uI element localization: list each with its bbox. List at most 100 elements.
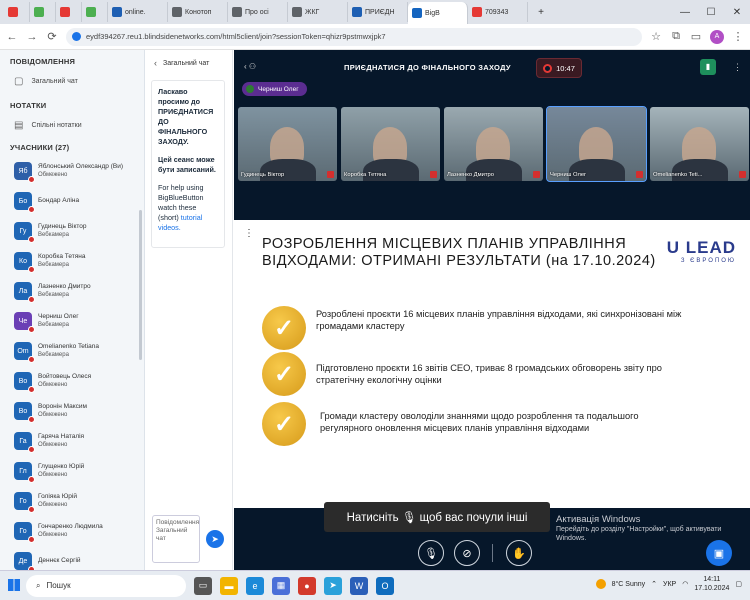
taskbar-search[interactable]: ⌕ Пошук bbox=[26, 574, 186, 597]
bookmark-star-icon[interactable]: ☆ bbox=[650, 30, 662, 43]
browser-menu-icon[interactable]: ⋮ bbox=[732, 30, 744, 43]
avatar: Го bbox=[14, 522, 35, 543]
webcam-tile[interactable]: Лазненко Дмитро bbox=[444, 107, 543, 181]
public-chat-item[interactable]: ▢ Загальний чат bbox=[0, 70, 144, 93]
browser-tab[interactable]: 709343 bbox=[468, 2, 528, 22]
close-icon[interactable]: ✕ bbox=[724, 7, 750, 18]
user-list-item[interactable]: Во Воронін Максим Обмежено bbox=[0, 396, 144, 426]
chrome-icon[interactable]: ● bbox=[298, 576, 316, 595]
user-list-item[interactable]: Яб Яблонський Олександр (Ви) Обмежено bbox=[0, 156, 144, 186]
hand-icon: ✋ bbox=[512, 547, 526, 560]
new-tab-icon[interactable]: + bbox=[528, 7, 554, 18]
avatar-initials: Om bbox=[17, 347, 29, 355]
clock[interactable]: 14:11 17.10.2024 bbox=[694, 575, 729, 593]
webcam-tile[interactable]: Omelianenko Teti... bbox=[650, 107, 749, 181]
browser-tab[interactable] bbox=[82, 2, 108, 22]
presentation-slide: РОЗРОБЛЕННЯ МІСЦЕВИХ ПЛАНІВ УПРАВЛІННЯ В… bbox=[234, 220, 750, 508]
muted-mic-icon bbox=[28, 416, 35, 423]
word-icon[interactable]: W bbox=[350, 576, 368, 595]
weather-text[interactable]: 8°C Sunny bbox=[612, 581, 646, 588]
browser-tab[interactable]: BigB bbox=[408, 2, 468, 24]
browser-tab[interactable]: ЖКГ bbox=[288, 2, 348, 22]
maximize-icon[interactable]: ☐ bbox=[698, 7, 724, 18]
webcam-tile[interactable]: Коробка Тетяна bbox=[341, 107, 440, 181]
recording-indicator[interactable]: 10:47 bbox=[536, 58, 582, 78]
user-list-item[interactable]: Ла Лазненко Дмитро Вебкамера bbox=[0, 276, 144, 306]
reload-icon[interactable]: ⟳ bbox=[46, 30, 58, 43]
extensions-icon[interactable]: ⧉ bbox=[670, 30, 682, 43]
avatar: Во bbox=[14, 372, 35, 393]
back-icon[interactable]: ← bbox=[6, 31, 18, 43]
user-list-item[interactable]: Го Гончаренко Людмила Обмежено bbox=[0, 516, 144, 546]
telegram-icon[interactable]: ➤ bbox=[324, 576, 342, 595]
muted-mic-icon bbox=[533, 171, 540, 178]
network-icon[interactable]: ◠ bbox=[682, 580, 688, 588]
language-indicator[interactable]: УКР bbox=[663, 581, 676, 588]
image-icon bbox=[34, 7, 44, 17]
browser-tab-bar: online. Конотоп Про осі ЖКГ ПРИЄДН BigB 709343… bbox=[0, 0, 750, 24]
ulead-logo: U LEAD З ЄВРОПОЮ bbox=[658, 238, 736, 264]
user-list-item[interactable]: Го Голіяка Юрій Обмежено bbox=[0, 486, 144, 516]
task-view-icon[interactable]: ▭ bbox=[194, 576, 212, 595]
shared-notes-label: Спільні нотатки bbox=[31, 122, 82, 129]
options-menu-icon[interactable]: ⋮ bbox=[733, 62, 742, 73]
hide-chat-icon[interactable]: ‹ bbox=[154, 58, 157, 68]
site-info-icon[interactable] bbox=[72, 32, 81, 41]
user-list-item[interactable]: Гу Гудинець Віктор Вебкамера bbox=[0, 216, 144, 246]
browser-tab[interactable]: online. bbox=[108, 2, 168, 22]
user-list-item[interactable]: Om Omelianenko Tetiana Вебкамера bbox=[0, 336, 144, 366]
user-status: Вебкамера bbox=[38, 262, 69, 268]
user-name: Яблонський Олександр (Ви) bbox=[38, 163, 124, 170]
shared-notes-item[interactable]: ▤ Спільні нотатки bbox=[0, 114, 144, 137]
sidebar-scrollbar[interactable] bbox=[139, 210, 142, 360]
avatar-initials: Гл bbox=[19, 467, 27, 475]
user-list-item[interactable]: Га Гаряча Наталія Обмежено bbox=[0, 426, 144, 456]
users-toggle-icon[interactable]: ‹ ⚇ bbox=[244, 62, 256, 71]
webcam-user-name: Omelianenko Teti... bbox=[653, 172, 703, 178]
camera-button[interactable]: ⊘ bbox=[454, 540, 480, 566]
edge-icon[interactable]: e bbox=[246, 576, 264, 595]
user-list-item[interactable]: Де Деннєк Сергій bbox=[0, 546, 144, 570]
avatar: Го bbox=[14, 492, 35, 513]
profile-avatar[interactable]: A bbox=[710, 29, 724, 44]
avatar-initials: Гу bbox=[19, 227, 27, 235]
minimize-icon[interactable]: — bbox=[672, 7, 698, 18]
weather-icon bbox=[595, 579, 606, 589]
pdf-icon bbox=[472, 7, 482, 17]
meeting-title: ПРИЄДНАТИСЯ ДО ФІНАЛЬНОГО ЗАХОДУ bbox=[344, 63, 511, 72]
user-list-item[interactable]: Гл Глущенко Юрій Обмежено bbox=[0, 456, 144, 486]
chat-message-input[interactable]: Повідомлення Загальний чат bbox=[152, 515, 200, 563]
speech-bubble-icon: ▣ bbox=[713, 547, 725, 560]
send-message-button[interactable]: ➤ bbox=[206, 530, 224, 548]
tray-chevron-icon[interactable]: ⌃ bbox=[651, 580, 657, 588]
raise-hand-button[interactable]: ✋ bbox=[506, 540, 532, 566]
sidepanel-icon[interactable]: ▭ bbox=[690, 30, 702, 43]
browser-tab[interactable]: ПРИЄДН bbox=[348, 2, 408, 22]
forward-icon[interactable]: → bbox=[26, 31, 38, 43]
user-list-item[interactable]: Ко Коробка Тетяна Вебкамера bbox=[0, 246, 144, 276]
store-icon[interactable]: ▦ bbox=[272, 576, 290, 595]
browser-tab[interactable] bbox=[30, 2, 56, 22]
windows-taskbar: ⌕ Пошук ▭ ▬ e ▦ ● ➤ W O 8°C Sunny ⌃ УКР … bbox=[0, 570, 750, 600]
user-list-item[interactable]: Че Черниш Олег Вебкамера bbox=[0, 306, 144, 336]
outlook-icon[interactable]: O bbox=[376, 576, 394, 595]
url-field[interactable]: eydf394267.reu1.blindsidenetworks.com/ht… bbox=[66, 27, 642, 46]
mute-button[interactable]: 🎙 bbox=[418, 540, 444, 566]
slide-options-icon[interactable]: ⋮ bbox=[244, 228, 254, 239]
browser-tab[interactable]: Конотоп bbox=[168, 2, 228, 22]
browser-tab[interactable]: Про осі bbox=[228, 2, 288, 22]
notifications-icon[interactable]: ▢ bbox=[735, 580, 742, 588]
user-list-item[interactable]: Во Войтовець Олеся Обмежено bbox=[0, 366, 144, 396]
user-list-item[interactable]: Бо Бондар Аліна bbox=[0, 186, 144, 216]
file-explorer-icon[interactable]: ▬ bbox=[220, 576, 238, 595]
chat-bubble-button[interactable]: ▣ bbox=[706, 540, 732, 566]
connection-status-icon[interactable]: ▮ bbox=[700, 59, 716, 75]
avatar-initials: Бо bbox=[18, 197, 28, 205]
webcam-tile[interactable]: Черниш Олег bbox=[546, 106, 647, 182]
browser-tab[interactable] bbox=[56, 2, 82, 22]
webcam-tile[interactable]: Гудинець Віктор bbox=[238, 107, 337, 181]
user-status: Обмежено bbox=[38, 442, 68, 448]
webcam-user-name: Гудинець Віктор bbox=[241, 172, 285, 178]
windows-start-icon[interactable] bbox=[8, 579, 20, 591]
browser-tab[interactable] bbox=[4, 2, 30, 22]
